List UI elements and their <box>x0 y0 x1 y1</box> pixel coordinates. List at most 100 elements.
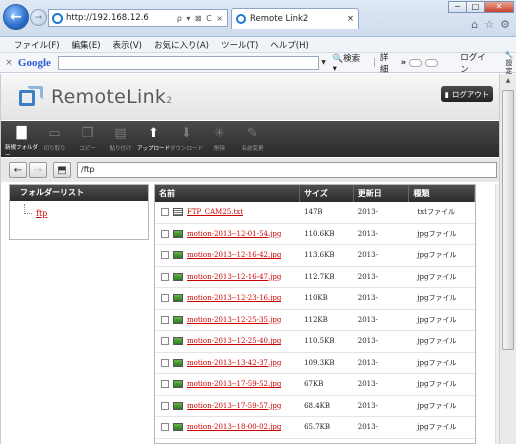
row-checkbox[interactable] <box>161 423 169 432</box>
column-name[interactable]: 名前 <box>155 185 301 202</box>
google-search-input[interactable] <box>57 55 319 70</box>
file-name-link[interactable]: FTP_CAM25.txt <box>187 208 243 216</box>
image-file-icon <box>173 337 183 346</box>
google-settings-button[interactable]: 🔧 設定 <box>502 51 516 75</box>
file-row[interactable]: motion-2013--18-00-07.jpg58.3KB2013-jpgフ… <box>155 439 475 444</box>
file-row[interactable]: motion-2013--12-25-40.jpg 110.5KB 2013- jpg… <box>155 331 475 353</box>
menu-edit[interactable]: 編集(E) <box>72 39 101 51</box>
google-more-button[interactable]: » <box>401 58 407 68</box>
scroll-up-icon[interactable]: ▲ <box>500 74 516 88</box>
file-name-link[interactable]: motion-2013--12-25-40.jpg <box>187 337 281 345</box>
file-name-head: motion-2013- <box>187 358 235 367</box>
file-name-head: motion-2013- <box>187 401 235 410</box>
logout-button[interactable]: ▮ ログアウト <box>441 86 493 102</box>
file-row[interactable]: motion-2013--12-16-47.jpg 112.7KB 2013- jpg… <box>155 267 475 288</box>
paste-button[interactable]: ▤ 貼り付け <box>104 121 137 157</box>
file-row[interactable]: motion-2013--12-23-16.jpg 110KB 2013- jpgファ… <box>155 288 475 310</box>
url-text[interactable]: http://192.168.12.6 <box>66 13 174 23</box>
file-row[interactable]: motion-2013--13-42-37.jpg 109.3KB 2013- jpg… <box>155 353 475 374</box>
address-bar[interactable]: http://192.168.12.6 ρ ▾ ⊠ C × <box>48 9 228 27</box>
row-checkbox[interactable] <box>161 358 169 367</box>
file-row[interactable]: motion-2013--17-59-57.jpg 68.4KB 2013- jpgフ… <box>155 396 475 417</box>
upload-label: アップロード <box>137 146 171 152</box>
path-back-button[interactable]: ← <box>9 162 27 178</box>
column-type[interactable]: 種類 <box>409 185 475 202</box>
menu-file[interactable]: ファイル(F) <box>14 39 60 51</box>
file-type-cell: jpgファイル <box>417 401 457 410</box>
row-checkbox[interactable] <box>161 294 169 303</box>
file-size-cell: 68.4KB <box>304 401 331 410</box>
file-name-link[interactable]: motion-2013--12-23-16.jpg <box>187 294 281 302</box>
minimize-button[interactable]: ─ <box>448 1 467 13</box>
browser-tab[interactable]: Remote Link2 × <box>231 8 359 29</box>
file-name-link[interactable]: motion-2013--18-00-02.jpg <box>187 423 281 431</box>
file-name-link[interactable]: motion-2013--12-25-35.jpg <box>187 316 281 324</box>
path-bar: ← → ⬒ /ftp <box>1 158 515 182</box>
google-search-button[interactable]: 🔍検索 ▾ <box>331 52 369 74</box>
file-name-link[interactable]: motion-2013--12-16-42.jpg <box>187 251 281 259</box>
forward-button[interactable]: → <box>30 9 47 26</box>
toggle-icon[interactable] <box>409 58 423 67</box>
google-settings-label: 設定 <box>505 58 513 75</box>
row-checkbox[interactable] <box>161 401 169 410</box>
row-checkbox[interactable] <box>161 229 169 238</box>
file-rows: FTP_CAM25.txt 147B 2013- txtファイル motion-2013… <box>155 202 475 444</box>
cut-button[interactable]: ▭ 切り取り <box>38 121 71 157</box>
copy-button[interactable]: ❐ コピー <box>71 121 104 157</box>
menu-tools[interactable]: ツール(T) <box>221 39 258 51</box>
file-date-cell: 2013- <box>357 337 378 346</box>
file-name-link[interactable]: motion-2013--17-59-57.jpg <box>187 402 281 410</box>
google-login-button[interactable]: ログイン <box>460 51 494 75</box>
back-button[interactable]: ← <box>3 4 29 30</box>
menu-help[interactable]: ヘルプ(H) <box>270 39 309 51</box>
gear-icon[interactable]: ⚙ <box>500 18 510 31</box>
menu-favorites[interactable]: お気に入り(A) <box>154 39 209 51</box>
maximize-button[interactable]: □ <box>466 1 485 13</box>
google-logo: Google <box>17 56 51 69</box>
tab-close-icon[interactable]: × <box>347 14 354 24</box>
column-date[interactable]: 更新日 <box>354 185 410 202</box>
row-checkbox[interactable] <box>161 315 169 324</box>
delete-button[interactable]: ✳ 削除 <box>203 121 236 157</box>
file-size-cell: 147B <box>304 208 323 217</box>
row-checkbox[interactable] <box>161 208 169 217</box>
file-date-cell: 2013- <box>357 251 378 260</box>
ie-icon <box>52 12 63 24</box>
google-toolbar-close-icon[interactable]: × <box>0 58 18 68</box>
row-checkbox[interactable] <box>161 380 169 389</box>
file-name-cell: motion-2013--12-25-35.jpg <box>155 315 300 324</box>
path-forward-button[interactable]: → <box>29 162 47 178</box>
file-name-link[interactable]: motion-2013--13-42-37.jpg <box>187 359 281 367</box>
rename-button[interactable]: ✎ 名前変更 <box>236 121 269 157</box>
address-tools[interactable]: ρ ▾ ⊠ C × <box>177 14 227 23</box>
file-row[interactable]: FTP_CAM25.txt 147B 2013- txtファイル <box>155 202 475 224</box>
file-row[interactable]: motion-2013--17-59-52.jpg 67KB 2013- jpgファイ… <box>155 374 475 396</box>
file-row[interactable]: motion-2013--12-25-35.jpg 112KB 2013- jpgファ… <box>155 310 475 331</box>
file-name-tail: -17-59-52.jpg <box>234 380 282 389</box>
home-icon[interactable]: ⌂ <box>471 18 478 31</box>
path-up-folder-button[interactable]: ⬒ <box>53 162 71 178</box>
star-icon[interactable]: ☆ <box>484 18 494 31</box>
file-row[interactable]: motion-2013--12-16-42.jpg 113.6KB 2013- jpg… <box>155 245 475 267</box>
row-checkbox[interactable] <box>161 337 169 346</box>
menu-view[interactable]: 表示(V) <box>113 39 142 51</box>
folder-item-ftp[interactable]: ftp <box>36 209 47 218</box>
google-search-dropdown-icon[interactable]: ▼ <box>319 59 329 66</box>
google-details-button[interactable]: 詳細 <box>380 51 397 75</box>
toggle-icon-2[interactable] <box>425 58 439 67</box>
file-name-link[interactable]: motion-2013--12-01-54.jpg <box>187 230 281 238</box>
path-input[interactable]: /ftp <box>77 162 497 178</box>
file-row[interactable]: motion-2013--18-00-02.jpg 65.7KB 2013- jpgフ… <box>155 417 475 439</box>
file-row[interactable]: motion-2013--12-01-54.jpg 110.6KB 2013- jpg… <box>155 224 475 245</box>
download-button[interactable]: ⬇ ダウンロード <box>170 121 203 157</box>
file-name-link[interactable]: motion-2013--17-59-52.jpg <box>187 380 281 388</box>
file-name-link[interactable]: motion-2013--12-16-47.jpg <box>187 273 281 281</box>
row-checkbox[interactable] <box>161 272 169 281</box>
row-checkbox[interactable] <box>161 251 169 260</box>
page-scrollbar[interactable]: ▲ <box>499 74 516 444</box>
close-button[interactable]: ✕ <box>484 1 514 13</box>
scroll-thumb[interactable] <box>502 90 514 350</box>
column-size[interactable]: サイズ <box>300 185 354 202</box>
upload-button[interactable]: ⬆ アップロード <box>137 121 170 157</box>
new-folder-button[interactable]: ▇ 新規フォルダー <box>5 121 38 159</box>
